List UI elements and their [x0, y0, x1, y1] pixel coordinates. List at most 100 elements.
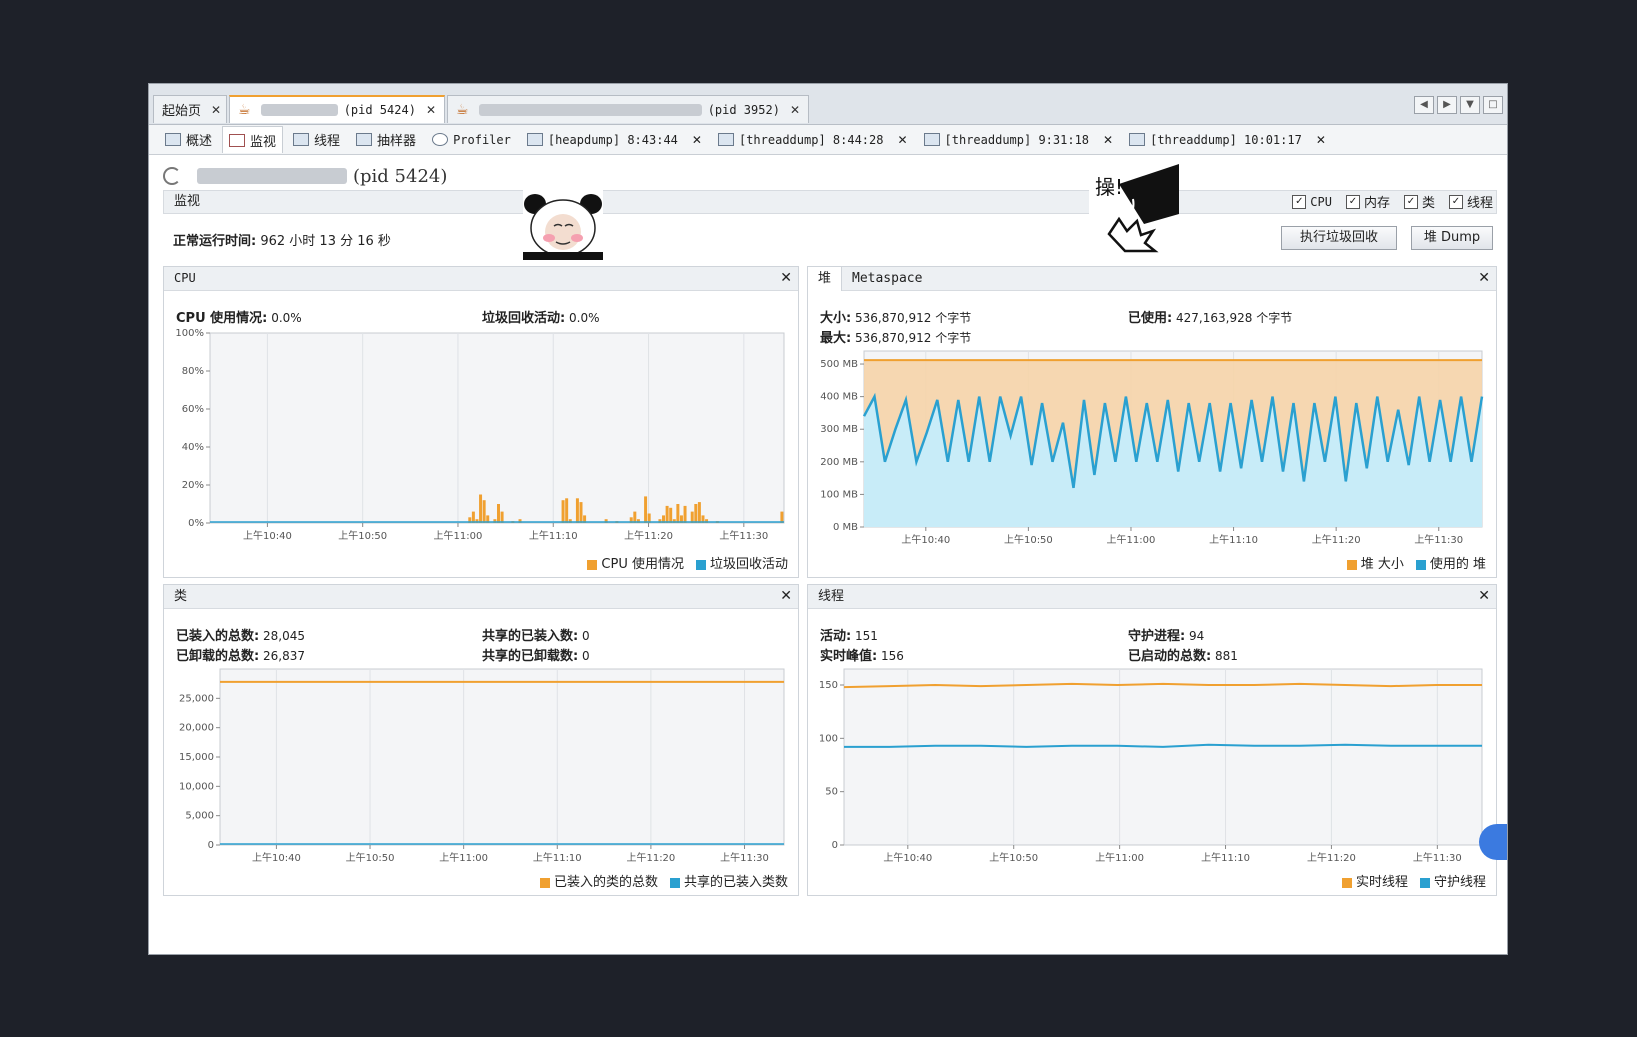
x-tick-label: 上午10:50 — [338, 529, 387, 542]
y-tick-label: 0 — [832, 840, 838, 851]
started-threads-stat: 已启动的总数: 881 — [1128, 645, 1238, 664]
x-tick-label: 上午11:30 — [1413, 851, 1462, 864]
tab-threaddump-3[interactable]: [threaddump] 10:01:17 ✕ — [1123, 127, 1332, 153]
plot-area — [843, 668, 1483, 846]
tab-nav-buttons: ◀ ▶ ▼ □ — [1414, 96, 1503, 114]
uptime-label: 正常运行时间: — [173, 234, 257, 249]
close-icon[interactable]: ✕ — [780, 103, 800, 117]
panel-title: 线程 — [818, 589, 845, 604]
tab-overview[interactable]: 概述 — [159, 127, 218, 153]
y-tick-label: 500 MB — [820, 359, 858, 370]
stat-label: 共享的已卸载数: — [482, 649, 579, 664]
cpu-usage-stat: CPU 使用情况: 0.0% — [176, 307, 302, 326]
legend-label: CPU 使用情况 — [601, 557, 684, 572]
dropdown-icon[interactable]: ▼ — [1460, 96, 1480, 114]
tab-pid-3952[interactable]: ☕ (pid 3952) ✕ — [447, 95, 809, 123]
threads-chart: 150 100 50 0 上午10:40 上午10:50 上午11:00 上午11:10 上午1… — [819, 668, 1483, 864]
checkbox-cpu[interactable]: ✓ CPU — [1292, 192, 1332, 211]
y-tick-label: 25,000 — [179, 693, 214, 704]
cpu-bar — [644, 496, 648, 523]
tab-label: (pid 3952) — [707, 102, 780, 117]
stat-value: 0.0% — [569, 311, 600, 325]
close-icon[interactable]: ✕ — [1316, 133, 1326, 147]
tab-sampler[interactable]: 抽样器 — [350, 127, 422, 153]
checkbox-classes[interactable]: ✓ 类 — [1403, 192, 1435, 211]
cpu-chart: 100% 80% 60% 40% 20% 0% 上午10:40 上午10:50 上午11:00 上… — [175, 329, 785, 542]
redacted-name — [260, 104, 338, 116]
close-icon[interactable]: ✕ — [1478, 267, 1490, 290]
stat-value: 536,870,912 个字节 — [855, 331, 972, 345]
x-tick-label: 上午11:20 — [626, 851, 675, 864]
x-tick-label: 上午11:10 — [1209, 533, 1258, 546]
close-icon[interactable]: ✕ — [692, 133, 702, 147]
x-tick-label: 上午11:20 — [624, 529, 673, 542]
tab-heapdump[interactable]: [heapdump] 8:43:44 ✕ — [521, 127, 708, 153]
panel-header: 类 ✕ — [164, 585, 798, 609]
legend-item: 实时线程 — [1341, 871, 1408, 890]
uptime: 正常运行时间: 962 小时 13 分 16 秒 — [173, 230, 391, 249]
heapdump-icon — [526, 133, 543, 146]
loading-icon — [163, 167, 181, 185]
java-icon: ☕ — [456, 101, 469, 118]
close-icon[interactable]: ✕ — [780, 585, 792, 608]
y-tick-label: 100 MB — [820, 489, 858, 500]
close-icon[interactable]: ✕ — [201, 103, 221, 117]
sampler-icon — [356, 133, 373, 146]
stat-value: 0 — [582, 649, 590, 663]
scroll-right-icon[interactable]: ▶ — [1437, 96, 1457, 114]
panel-title: 类 — [174, 589, 188, 604]
threaddump-icon — [923, 133, 940, 146]
x-tick-label: 上午11:10 — [533, 851, 582, 864]
tab-label: 概述 — [186, 134, 213, 149]
cpu-bar — [579, 502, 583, 523]
x-tick-label: 上午10:40 — [243, 529, 292, 542]
tab-threaddump-2[interactable]: [threaddump] 9:31:18 ✕ — [918, 127, 1120, 153]
x-tick-label: 上午11:10 — [529, 529, 578, 542]
side-expand-button[interactable] — [1479, 824, 1507, 860]
y-tick-label: 50 — [825, 787, 838, 798]
tab-heap[interactable]: 堆 — [808, 267, 843, 291]
y-tick-label: 60% — [182, 404, 204, 415]
close-icon[interactable]: ✕ — [780, 267, 792, 290]
legend-label: 垃圾回收活动 — [709, 557, 788, 572]
stat-label: 已使用: — [1128, 311, 1173, 326]
tab-monitor[interactable]: 监视 — [222, 126, 284, 153]
y-tick-label: 300 MB — [820, 424, 858, 435]
stat-label: 已装入的总数: — [176, 629, 260, 644]
cpu-bar — [482, 500, 486, 523]
legend-item: 守护线程 — [1419, 871, 1486, 890]
tab-threaddump-1[interactable]: [threaddump] 8:44:28 ✕ — [712, 127, 914, 153]
y-tick-label: 5,000 — [185, 811, 214, 822]
x-tick-label: 上午10:50 — [1004, 533, 1053, 546]
tab-pid-5424[interactable]: ☕ (pid 5424) ✕ — [229, 95, 445, 123]
close-icon[interactable]: ✕ — [1478, 585, 1490, 608]
tab-threads[interactable]: 线程 — [287, 127, 346, 153]
angry-meme-sticker: 操! — [1089, 164, 1179, 259]
x-tick-label: 上午11:20 — [1307, 851, 1356, 864]
document-tab-bar: 起始页 ✕ ☕ (pid 5424) ✕ ☕ (pid 3952) ✕ ◀ ▶ … — [149, 84, 1507, 125]
close-icon[interactable]: ✕ — [416, 103, 436, 117]
checkbox-memory[interactable]: ✓ 内存 — [1345, 192, 1390, 211]
maximize-icon[interactable]: □ — [1483, 96, 1503, 114]
peak-threads-stat: 实时峰值: 156 — [820, 645, 904, 664]
shared-loaded-stat: 共享的已装入数: 0 — [482, 625, 590, 644]
tab-start-page[interactable]: 起始页 ✕ — [153, 95, 227, 123]
heap-dump-button[interactable]: 堆 Dump — [1411, 226, 1493, 250]
tab-label: [threaddump] 10:01:17 — [1150, 132, 1302, 147]
close-icon[interactable]: ✕ — [1103, 133, 1113, 147]
stat-label: 大小: — [820, 311, 852, 326]
scroll-left-icon[interactable]: ◀ — [1414, 96, 1434, 114]
close-icon[interactable]: ✕ — [897, 133, 907, 147]
cpu-bar — [575, 498, 579, 523]
x-tick-label: 上午11:30 — [720, 851, 769, 864]
tab-profiler[interactable]: Profiler — [426, 127, 517, 153]
unloaded-classes-stat: 已卸载的总数: 26,837 — [176, 645, 305, 664]
tab-label: [threaddump] 8:44:28 — [738, 132, 884, 147]
tab-metaspace[interactable]: Metaspace — [842, 267, 932, 291]
heap-max-stat: 最大: 536,870,912 个字节 — [820, 327, 971, 346]
gc-button[interactable]: 执行垃圾回收 — [1281, 226, 1397, 250]
y-tick-label: 40% — [182, 442, 204, 453]
chart-icon — [229, 133, 246, 147]
checkbox-threads[interactable]: ✓ 线程 — [1448, 192, 1493, 211]
tab-label: Profiler — [453, 132, 511, 147]
